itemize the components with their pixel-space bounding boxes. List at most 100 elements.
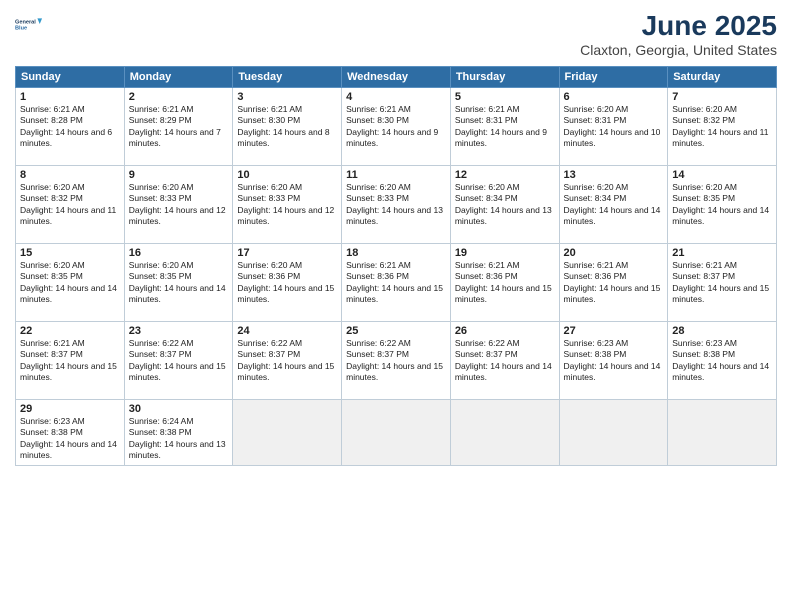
svg-text:General: General (15, 20, 36, 26)
day-number: 3 (237, 91, 337, 103)
col-header-saturday: Saturday (668, 67, 777, 88)
day-cell: 10Sunrise: 6:20 AMSunset: 8:33 PMDayligh… (233, 166, 342, 244)
day-info: Sunrise: 6:21 AMSunset: 8:36 PMDaylight:… (346, 260, 446, 306)
day-number: 12 (455, 169, 555, 181)
day-info: Sunrise: 6:23 AMSunset: 8:38 PMDaylight:… (672, 338, 772, 384)
day-number: 26 (455, 325, 555, 337)
col-header-monday: Monday (124, 67, 233, 88)
day-info: Sunrise: 6:20 AMSunset: 8:35 PMDaylight:… (129, 260, 229, 306)
day-number: 20 (564, 247, 664, 259)
title-block: June 2025 Claxton, Georgia, United State… (580, 10, 777, 58)
day-info: Sunrise: 6:20 AMSunset: 8:32 PMDaylight:… (672, 104, 772, 150)
day-cell: 9Sunrise: 6:20 AMSunset: 8:33 PMDaylight… (124, 166, 233, 244)
day-cell: 13Sunrise: 6:20 AMSunset: 8:34 PMDayligh… (559, 166, 668, 244)
day-number: 11 (346, 169, 446, 181)
calendar-table: SundayMondayTuesdayWednesdayThursdayFrid… (15, 66, 777, 466)
day-info: Sunrise: 6:21 AMSunset: 8:29 PMDaylight:… (129, 104, 229, 150)
day-cell: 15Sunrise: 6:20 AMSunset: 8:35 PMDayligh… (16, 244, 125, 322)
col-header-tuesday: Tuesday (233, 67, 342, 88)
day-number: 30 (129, 403, 229, 415)
day-cell (233, 400, 342, 466)
day-cell: 12Sunrise: 6:20 AMSunset: 8:34 PMDayligh… (450, 166, 559, 244)
day-info: Sunrise: 6:20 AMSunset: 8:36 PMDaylight:… (237, 260, 337, 306)
day-number: 8 (20, 169, 120, 181)
logo: GeneralBlue (15, 10, 43, 38)
day-cell (342, 400, 451, 466)
day-cell: 24Sunrise: 6:22 AMSunset: 8:37 PMDayligh… (233, 322, 342, 400)
day-info: Sunrise: 6:21 AMSunset: 8:30 PMDaylight:… (237, 104, 337, 150)
day-cell: 22Sunrise: 6:21 AMSunset: 8:37 PMDayligh… (16, 322, 125, 400)
day-cell: 29Sunrise: 6:23 AMSunset: 8:38 PMDayligh… (16, 400, 125, 466)
day-info: Sunrise: 6:20 AMSunset: 8:33 PMDaylight:… (346, 182, 446, 228)
day-cell: 18Sunrise: 6:21 AMSunset: 8:36 PMDayligh… (342, 244, 451, 322)
week-row-5: 29Sunrise: 6:23 AMSunset: 8:38 PMDayligh… (16, 400, 777, 466)
day-number: 10 (237, 169, 337, 181)
day-number: 22 (20, 325, 120, 337)
day-number: 21 (672, 247, 772, 259)
day-number: 2 (129, 91, 229, 103)
col-header-friday: Friday (559, 67, 668, 88)
day-cell: 25Sunrise: 6:22 AMSunset: 8:37 PMDayligh… (342, 322, 451, 400)
day-info: Sunrise: 6:20 AMSunset: 8:33 PMDaylight:… (237, 182, 337, 228)
day-cell (668, 400, 777, 466)
week-row-2: 8Sunrise: 6:20 AMSunset: 8:32 PMDaylight… (16, 166, 777, 244)
day-info: Sunrise: 6:21 AMSunset: 8:37 PMDaylight:… (20, 338, 120, 384)
day-info: Sunrise: 6:20 AMSunset: 8:34 PMDaylight:… (564, 182, 664, 228)
day-cell (559, 400, 668, 466)
day-cell: 11Sunrise: 6:20 AMSunset: 8:33 PMDayligh… (342, 166, 451, 244)
day-number: 4 (346, 91, 446, 103)
day-info: Sunrise: 6:20 AMSunset: 8:33 PMDaylight:… (129, 182, 229, 228)
day-cell: 3Sunrise: 6:21 AMSunset: 8:30 PMDaylight… (233, 88, 342, 166)
calendar-page: GeneralBlue June 2025 Claxton, Georgia, … (0, 0, 792, 612)
day-cell: 20Sunrise: 6:21 AMSunset: 8:36 PMDayligh… (559, 244, 668, 322)
day-info: Sunrise: 6:22 AMSunset: 8:37 PMDaylight:… (237, 338, 337, 384)
day-number: 5 (455, 91, 555, 103)
day-cell: 6Sunrise: 6:20 AMSunset: 8:31 PMDaylight… (559, 88, 668, 166)
day-number: 18 (346, 247, 446, 259)
week-row-1: 1Sunrise: 6:21 AMSunset: 8:28 PMDaylight… (16, 88, 777, 166)
day-cell: 7Sunrise: 6:20 AMSunset: 8:32 PMDaylight… (668, 88, 777, 166)
day-info: Sunrise: 6:21 AMSunset: 8:36 PMDaylight:… (455, 260, 555, 306)
day-cell: 4Sunrise: 6:21 AMSunset: 8:30 PMDaylight… (342, 88, 451, 166)
day-number: 14 (672, 169, 772, 181)
week-row-3: 15 Sunrise: 6:20 AMSunset: 8:35 PMDayligh… (16, 244, 777, 322)
day-number: 17 (237, 247, 337, 259)
day-number: 25 (346, 325, 446, 337)
day-cell: 14Sunrise: 6:20 AMSunset: 8:35 PMDayligh… (668, 166, 777, 244)
day-info: Sunrise: 6:23 AMSunset: 8:38 PMDaylight:… (564, 338, 664, 384)
day-cell: 8Sunrise: 6:20 AMSunset: 8:32 PMDaylight… (16, 166, 125, 244)
day-info: Sunrise: 6:20 AMSunset: 8:34 PMDaylight:… (455, 182, 555, 228)
day-cell: 1Sunrise: 6:21 AMSunset: 8:28 PMDaylight… (16, 88, 125, 166)
day-info: Sunrise: 6:20 AMSunset: 8:35 PMDaylight:… (672, 182, 772, 228)
location-title: Claxton, Georgia, United States (580, 42, 777, 58)
day-info: Sunrise: 6:20 AMSunset: 8:31 PMDaylight:… (564, 104, 664, 150)
day-info: Sunrise: 6:21 AMSunset: 8:36 PMDaylight:… (564, 260, 664, 306)
month-title: June 2025 (580, 10, 777, 42)
day-number: 15 (20, 247, 120, 259)
day-info: Sunrise: 6:21 AMSunset: 8:37 PMDaylight:… (672, 260, 772, 306)
day-info: Sunrise: 6:22 AMSunset: 8:37 PMDaylight:… (455, 338, 555, 384)
day-number: 6 (564, 91, 664, 103)
day-info: Sunrise: 6:20 AMSunset: 8:32 PMDaylight:… (20, 182, 120, 228)
day-cell: 26Sunrise: 6:22 AMSunset: 8:37 PMDayligh… (450, 322, 559, 400)
svg-text:Blue: Blue (15, 26, 27, 32)
day-cell: 28Sunrise: 6:23 AMSunset: 8:38 PMDayligh… (668, 322, 777, 400)
col-header-thursday: Thursday (450, 67, 559, 88)
day-number: 27 (564, 325, 664, 337)
day-cell: 2Sunrise: 6:21 AMSunset: 8:29 PMDaylight… (124, 88, 233, 166)
day-number: 16 (129, 247, 229, 259)
day-info: Sunrise: 6:22 AMSunset: 8:37 PMDaylight:… (346, 338, 446, 384)
day-info: Sunrise: 6:21 AMSunset: 8:28 PMDaylight:… (20, 104, 120, 150)
day-number: 1 (20, 91, 120, 103)
day-info: Sunrise: 6:21 AMSunset: 8:30 PMDaylight:… (346, 104, 446, 150)
day-cell: 27Sunrise: 6:23 AMSunset: 8:38 PMDayligh… (559, 322, 668, 400)
day-cell: 19Sunrise: 6:21 AMSunset: 8:36 PMDayligh… (450, 244, 559, 322)
header-row: SundayMondayTuesdayWednesdayThursdayFrid… (16, 67, 777, 88)
day-cell: 23Sunrise: 6:22 AMSunset: 8:37 PMDayligh… (124, 322, 233, 400)
col-header-sunday: Sunday (16, 67, 125, 88)
day-number: 19 (455, 247, 555, 259)
day-number: 24 (237, 325, 337, 337)
day-cell: 30Sunrise: 6:24 AMSunset: 8:38 PMDayligh… (124, 400, 233, 466)
day-info: Sunrise: 6:22 AMSunset: 8:37 PMDaylight:… (129, 338, 229, 384)
day-cell: 16Sunrise: 6:20 AMSunset: 8:35 PMDayligh… (124, 244, 233, 322)
